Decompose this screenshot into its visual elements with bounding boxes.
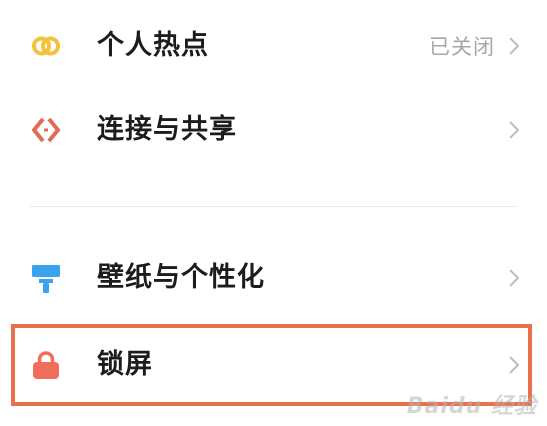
settings-item-label: 锁屏 — [97, 349, 153, 380]
settings-item-connection-share[interactable]: 连接与共享 — [0, 88, 547, 172]
chevron-right-icon — [509, 269, 520, 287]
connection-share-icon — [32, 117, 60, 143]
settings-item-wallpaper[interactable]: 壁纸与个性化 — [0, 236, 547, 320]
settings-item-label: 连接与共享 — [97, 114, 237, 145]
lock-icon — [33, 351, 59, 379]
wallpaper-brush-icon — [32, 265, 60, 293]
chevron-right-icon — [509, 121, 520, 139]
settings-item-hotspot[interactable]: 个人热点 已关闭 — [0, 4, 547, 88]
status-text: 已关闭 — [429, 35, 495, 59]
hotspot-link-icon — [32, 36, 60, 56]
chevron-right-icon — [509, 356, 520, 374]
section-divider — [30, 206, 517, 207]
chevron-right-icon — [509, 37, 520, 55]
settings-item-label: 壁纸与个性化 — [97, 262, 265, 293]
watermark: Baidu 经验 — [406, 394, 537, 419]
settings-item-label: 个人热点 — [97, 30, 209, 61]
